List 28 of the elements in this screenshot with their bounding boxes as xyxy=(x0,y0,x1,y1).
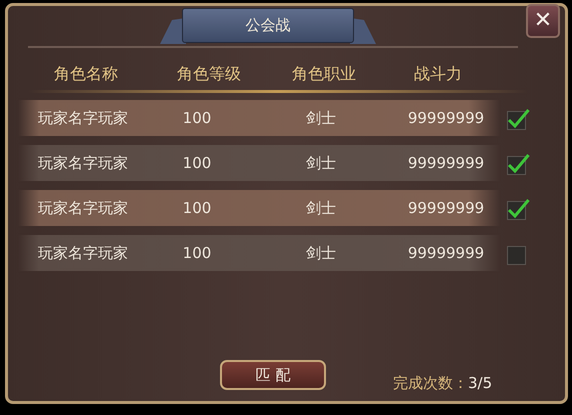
player-power: 99999999 xyxy=(406,242,486,264)
player-class: 剑士 xyxy=(305,152,337,174)
player-name: 玩家名字玩家 xyxy=(37,242,129,264)
player-name: 玩家名字玩家 xyxy=(37,152,129,174)
player-level: 100 xyxy=(182,198,212,219)
completion-count: 3/5 xyxy=(468,373,492,394)
checkbox[interactable] xyxy=(506,106,530,130)
player-power: 99999999 xyxy=(406,198,486,219)
player-name: 玩家名字玩家 xyxy=(37,108,129,129)
player-class: 剑士 xyxy=(305,242,337,264)
column-header: 角色职业 xyxy=(291,63,357,85)
dialog-title: 公会战 xyxy=(182,8,354,43)
column-header: 角色名称 xyxy=(53,63,119,85)
match-button[interactable]: 匹 配 xyxy=(220,360,326,390)
player-level: 100 xyxy=(182,108,212,129)
player-power: 99999999 xyxy=(406,152,486,174)
player-level: 100 xyxy=(182,152,212,174)
column-header: 角色等级 xyxy=(176,63,242,85)
player-class: 剑士 xyxy=(305,198,337,219)
player-level: 100 xyxy=(182,242,212,264)
close-button[interactable]: ✕ xyxy=(526,4,560,38)
checkbox[interactable] xyxy=(506,196,530,220)
player-power: 99999999 xyxy=(406,108,486,129)
checkbox[interactable] xyxy=(506,151,530,175)
completion-label: 完成次数： xyxy=(393,373,468,394)
column-header: 战斗力 xyxy=(413,63,463,85)
player-class: 剑士 xyxy=(305,108,337,129)
player-name: 玩家名字玩家 xyxy=(37,198,129,219)
